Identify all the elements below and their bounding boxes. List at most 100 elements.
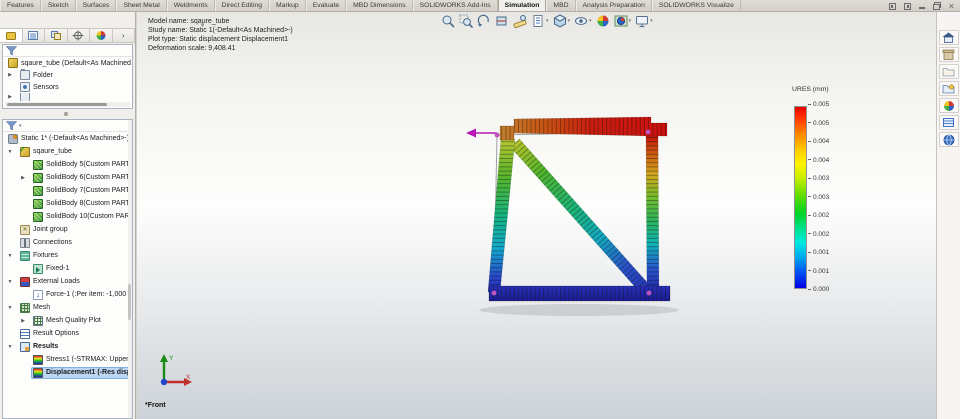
minimize-icon[interactable]	[918, 7, 925, 9]
tab-mbd-dimensions[interactable]: MBD Dimensions	[346, 0, 413, 11]
plot-info-text: Model name: sqaure_tube Study name: Stat…	[148, 17, 293, 53]
tab-sketch[interactable]: Sketch	[40, 0, 76, 11]
hide-show-items-icon[interactable]: ▾	[574, 14, 592, 28]
edit-appearance-icon[interactable]	[596, 14, 610, 28]
expand-tabs-icon[interactable]: ›	[112, 29, 135, 42]
tree-item-label: Result Options	[33, 330, 79, 337]
study-tree-filter[interactable]: ▾	[3, 120, 132, 132]
tree-row-force[interactable]: ↓ Force-1 (:Per item: -1,000 N:)	[3, 288, 132, 301]
previous-view-icon[interactable]	[477, 14, 491, 28]
tree-row-displacement-plot[interactable]: Displacement1 (-Res disp-)	[3, 366, 132, 379]
tree-row-stress-plot[interactable]: Stress1 (-STRMAX: Upper bou	[3, 353, 132, 366]
corner-marker	[645, 129, 651, 135]
tree-row-mesh[interactable]: ▼ Mesh	[3, 301, 132, 314]
display-style-icon[interactable]: ▾	[552, 14, 570, 28]
tree-row-solidbody[interactable]: SolidBody 10(Custom PART2(	[3, 210, 132, 223]
expander-down-icon[interactable]: ▼	[6, 278, 14, 286]
expander-down-icon[interactable]: ▼	[6, 343, 14, 351]
displaymanager-tab-icon[interactable]	[90, 29, 113, 42]
expander-down-icon[interactable]: ▼	[6, 304, 14, 312]
legend-tick: 0.005	[808, 101, 829, 108]
solidbody-icon	[33, 159, 43, 170]
feature-manager-panel: › sqaure_tube (Default<As Machined ▶ Fol…	[0, 12, 136, 419]
dimxpertmanager-tab-icon[interactable]	[67, 29, 90, 42]
tree-row-external-loads[interactable]: ▼ External Loads	[3, 275, 132, 288]
tree-row-results[interactable]: ▼ Results	[3, 340, 132, 353]
tab-weldments[interactable]: Weldments	[166, 0, 215, 11]
external-loads-icon	[20, 276, 30, 287]
feature-tree-filter[interactable]	[3, 45, 132, 57]
tab-markup[interactable]: Markup	[269, 0, 306, 11]
zoom-to-fit-icon[interactable]	[441, 14, 455, 28]
horizontal-scrollbar[interactable]	[5, 102, 130, 107]
expander-right-icon[interactable]: ▶	[6, 93, 14, 101]
tab-solidworks-add-ins[interactable]: SOLIDWORKS Add-Ins	[412, 0, 498, 11]
expander-right-icon[interactable]: ▶	[6, 71, 14, 79]
tree-row-mesh-quality[interactable]: ▶ Mesh Quality Plot	[3, 314, 132, 327]
legend-ticks: 0.005 0.005 0.004 0.004 0.003 0.003 0.00…	[808, 101, 829, 293]
displacement-plot-model[interactable]	[455, 95, 695, 325]
expander-down-icon[interactable]: ▼	[6, 252, 14, 260]
tree-row-study[interactable]: Static 1* (-Default<As Machined>-)	[3, 132, 132, 145]
tab-solidworks-visualize[interactable]: SOLIDWORKS Visualize	[651, 0, 741, 11]
tree-item-label: Sensors	[33, 83, 59, 91]
section-view-icon[interactable]	[495, 14, 509, 28]
tree-row-folder[interactable]: ▶ Folder	[3, 69, 132, 81]
tab-features[interactable]: Features	[0, 0, 41, 11]
tree-row-result-options[interactable]: Result Options	[3, 327, 132, 340]
close-icon[interactable]: ×	[949, 2, 954, 11]
tree-row-fixed[interactable]: Fixed-1	[3, 262, 132, 275]
panel-splitter[interactable]	[0, 109, 135, 119]
part-check-icon	[19, 145, 30, 157]
custom-properties-icon[interactable]	[938, 115, 959, 130]
pane-left-icon[interactable]	[888, 2, 896, 10]
y-axis-label: Y	[169, 355, 174, 362]
solidworks-forum-icon[interactable]	[938, 132, 959, 147]
tree-row-solidbody[interactable]: SolidBody 7(Custom PART2(1	[3, 184, 132, 197]
tree-row-solidbody[interactable]: SolidBody 8(Custom PART2(1	[3, 197, 132, 210]
tab-mbd[interactable]: MBD	[546, 0, 576, 11]
legend-tick: 0.005	[808, 120, 829, 127]
tree-row-solidbody[interactable]: ▶ SolidBody 6(Custom PART2(1	[3, 171, 132, 184]
tree-row-connections[interactable]: Connections	[3, 236, 132, 249]
tree-item-label: Mesh	[33, 304, 51, 311]
tree-row-clipped[interactable]: ▶	[3, 93, 132, 101]
home-icon[interactable]	[938, 30, 959, 45]
appearances-scenes-icon[interactable]	[938, 98, 959, 113]
graphics-viewport[interactable]: Model name: sqaure_tube Study name: Stat…	[137, 12, 936, 419]
tree-row-root[interactable]: sqaure_tube (Default<As Machined	[3, 57, 132, 69]
design-library-icon[interactable]	[938, 64, 959, 79]
tree-row-fixtures[interactable]: ▼ Fixtures	[3, 249, 132, 262]
featuremanager-tab-icon[interactable]	[0, 29, 23, 42]
tab-analysis-preparation[interactable]: Analysis Preparation	[575, 0, 652, 11]
restore-icon[interactable]	[932, 2, 941, 10]
vertical-scrollbar[interactable]	[128, 120, 132, 418]
tab-direct-editing[interactable]: Direct Editing	[214, 0, 270, 11]
propertymanager-tab-icon[interactable]	[22, 29, 45, 42]
plot-type-line: Plot type: Static displacement Displacem…	[148, 36, 289, 43]
zoom-to-area-icon[interactable]	[459, 14, 473, 28]
expander-right-icon[interactable]: ▶	[19, 174, 27, 182]
annotations-icon[interactable]: ▾	[531, 14, 549, 28]
expander-right-icon[interactable]: ▶	[19, 317, 27, 325]
tab-surfaces[interactable]: Surfaces	[75, 0, 117, 11]
file-explorer-icon[interactable]	[938, 81, 959, 96]
3d-content-central-icon[interactable]	[938, 47, 959, 62]
tab-evaluate[interactable]: Evaluate	[305, 0, 347, 11]
pane-right-icon[interactable]	[903, 2, 911, 10]
tree-row-sensors[interactable]: Sensors	[3, 81, 132, 93]
tree-item-label: Fixtures	[33, 252, 58, 259]
tree-row-part[interactable]: ▼ sqaure_tube	[3, 145, 132, 158]
configurationmanager-tab-icon[interactable]	[45, 29, 68, 42]
chevron-down-icon: ▾	[546, 18, 549, 24]
expander-down-icon[interactable]: ▼	[6, 148, 14, 156]
legend-tick: 0.002	[808, 231, 829, 238]
tree-row-joint-group[interactable]: Joint group	[3, 223, 132, 236]
tab-sheet-metal[interactable]: Sheet Metal	[116, 0, 167, 11]
measure-icon[interactable]	[513, 14, 527, 28]
apply-scene-icon[interactable]: ▾	[614, 14, 631, 28]
tab-simulation[interactable]: Simulation	[497, 0, 547, 11]
view-orientation-label: *Front	[145, 402, 166, 409]
view-settings-icon[interactable]: ▾	[635, 14, 653, 28]
tree-row-solidbody[interactable]: SolidBody 5(Custom PART2(1	[3, 158, 132, 171]
